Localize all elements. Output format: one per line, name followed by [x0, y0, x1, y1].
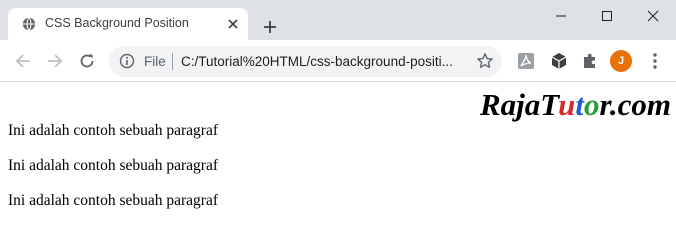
browser-menu-button[interactable]: [645, 51, 665, 71]
puzzle-icon: [584, 53, 595, 68]
close-icon: [228, 19, 238, 29]
info-icon[interactable]: [119, 53, 135, 69]
new-tab-button[interactable]: [258, 15, 282, 39]
browser-toolbar: File C:/Tutorial%20HTML/css-background-p…: [0, 40, 676, 82]
globe-icon: [22, 17, 36, 31]
reload-icon: [80, 54, 94, 68]
maximize-button[interactable]: [584, 0, 630, 32]
minimize-button[interactable]: [538, 0, 584, 32]
profile-avatar[interactable]: J: [610, 50, 632, 72]
arrow-right-icon: [48, 54, 63, 68]
cube-icon: [551, 53, 567, 69]
paragraph-1: Ini adalah contoh sebuah paragraf: [8, 122, 219, 139]
reload-button[interactable]: [75, 49, 99, 73]
svg-text:RajaTutor.com: RajaTutor.com: [479, 87, 671, 122]
paragraph-3: Ini adalah contoh sebuah paragraf: [8, 192, 219, 209]
rajatutor-logo: RajaTutor.com: [478, 85, 672, 125]
paragraph-2: Ini adalah contoh sebuah paragraf: [8, 157, 219, 174]
minimize-icon: [556, 15, 566, 17]
url-text[interactable]: C:/Tutorial%20HTML/css-background-positi…: [181, 54, 463, 69]
star-icon[interactable]: [476, 52, 494, 70]
window-close-button[interactable]: [630, 0, 676, 32]
plus-icon: [264, 21, 276, 33]
address-bar[interactable]: File C:/Tutorial%20HTML/css-background-p…: [109, 46, 502, 77]
kebab-icon: [653, 53, 657, 69]
maximize-icon: [602, 11, 612, 21]
tab-close-button[interactable]: [224, 15, 242, 33]
forward-button[interactable]: [43, 49, 67, 73]
scheme-label: File: [144, 54, 166, 69]
extensions-button[interactable]: [580, 51, 600, 71]
back-button[interactable]: [11, 49, 35, 73]
close-icon: [647, 10, 659, 22]
tab-strip: CSS Background Position: [0, 0, 676, 40]
omnibox-divider: [172, 53, 173, 70]
cube-extension-button[interactable]: [549, 51, 569, 71]
arrow-left-icon: [15, 54, 30, 68]
tab-title: CSS Background Position: [45, 16, 189, 30]
pdf-extension-button[interactable]: [516, 51, 536, 71]
browser-tab[interactable]: CSS Background Position: [8, 8, 248, 40]
page-viewport: RajaTutor.com Ini adalah contoh sebuah p…: [0, 83, 676, 251]
pdf-icon: [518, 53, 534, 69]
